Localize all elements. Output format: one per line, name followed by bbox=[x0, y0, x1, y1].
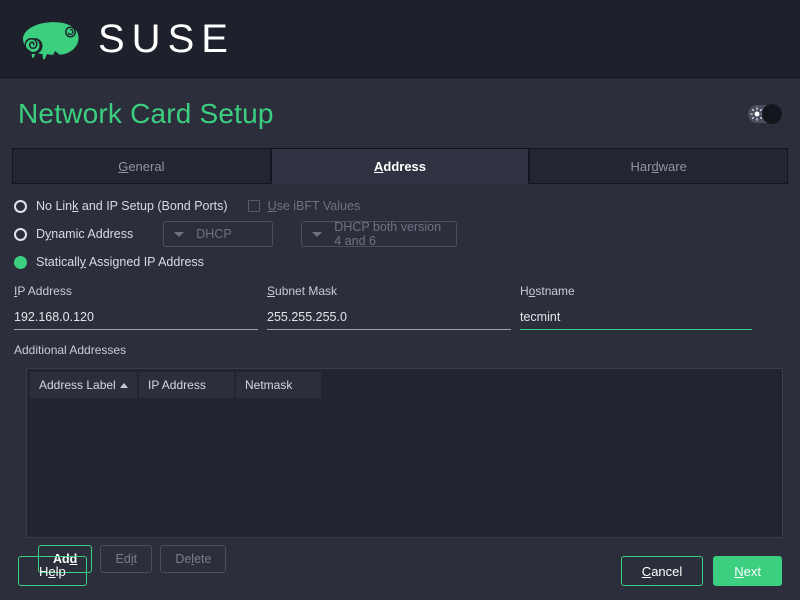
ibft-group: Use iBFT Values bbox=[248, 199, 361, 213]
column-header-netmask-text: Netmask bbox=[245, 378, 292, 392]
radio-statically-assigned[interactable] bbox=[14, 256, 27, 269]
table-header-row: Address Label IP Address Netmask bbox=[27, 369, 782, 398]
chevron-down-icon bbox=[174, 232, 184, 237]
tab-general[interactable]: General bbox=[12, 148, 271, 184]
select-dhcp-version-value: DHCP both version 4 and 6 bbox=[334, 220, 446, 248]
row-dynamic: Dynamic Address DHCP DHCP both version 4… bbox=[14, 220, 786, 248]
footer-bar: Help Cancel Next bbox=[0, 542, 800, 600]
help-button[interactable]: Help bbox=[18, 556, 87, 586]
address-fields: IP Address 192.168.0.120 Subnet Mask 255… bbox=[14, 284, 786, 330]
column-header-netmask[interactable]: Netmask bbox=[236, 372, 321, 398]
row-no-link: No Link and IP Setup (Bond Ports) Use iB… bbox=[14, 192, 786, 220]
next-button[interactable]: Next bbox=[713, 556, 782, 586]
cancel-button[interactable]: Cancel bbox=[621, 556, 703, 586]
radio-statically-assigned-label: Statically Assigned IP Address bbox=[36, 255, 204, 269]
suse-wordmark: SUSE bbox=[98, 19, 235, 59]
tab-hardware-label: Hardware bbox=[630, 159, 686, 174]
additional-addresses-table: Address Label IP Address Netmask bbox=[26, 368, 783, 538]
cancel-button-label: Cancel bbox=[642, 564, 682, 579]
column-header-address-label[interactable]: Address Label bbox=[30, 372, 137, 398]
checkbox-use-ibft bbox=[248, 200, 260, 212]
select-dhcp-value: DHCP bbox=[196, 227, 231, 241]
select-dhcp-version: DHCP both version 4 and 6 bbox=[301, 221, 457, 247]
chevron-down-icon bbox=[312, 232, 322, 237]
next-button-label: Next bbox=[734, 564, 761, 579]
help-button-label: Help bbox=[39, 564, 66, 579]
radio-no-link[interactable] bbox=[14, 200, 27, 213]
page-title: Network Card Setup bbox=[18, 98, 274, 130]
ip-address-label: IP Address bbox=[14, 284, 258, 298]
field-hostname: Hostname tecmint bbox=[520, 284, 752, 330]
suse-chameleon-logo bbox=[22, 16, 84, 62]
select-dhcp: DHCP bbox=[163, 221, 273, 247]
sort-ascending-icon bbox=[120, 383, 128, 388]
tab-hardware[interactable]: Hardware bbox=[529, 148, 788, 184]
row-static: Statically Assigned IP Address bbox=[14, 248, 786, 276]
app-header: SUSE bbox=[0, 0, 800, 78]
title-row: Network Card Setup bbox=[0, 78, 800, 130]
theme-toggle[interactable] bbox=[748, 105, 782, 123]
additional-addresses-label: Additional Addresses bbox=[14, 343, 786, 357]
field-ip-address: IP Address 192.168.0.120 bbox=[14, 284, 258, 330]
field-subnet-mask: Subnet Mask 255.255.255.0 bbox=[267, 284, 511, 330]
tab-general-label: General bbox=[118, 159, 164, 174]
suse-brand: SUSE bbox=[22, 16, 235, 62]
toggle-knob bbox=[762, 104, 782, 124]
ip-address-input[interactable]: 192.168.0.120 bbox=[14, 310, 258, 330]
radio-no-link-label: No Link and IP Setup (Bond Ports) bbox=[36, 199, 228, 213]
column-header-ip-address[interactable]: IP Address bbox=[139, 372, 234, 398]
footer-right-buttons: Cancel Next bbox=[621, 556, 782, 586]
hostname-label: Hostname bbox=[520, 284, 752, 298]
subnet-mask-label: Subnet Mask bbox=[267, 284, 511, 298]
column-header-address-label-text: Address Label bbox=[39, 378, 116, 392]
radio-dynamic-address[interactable] bbox=[14, 228, 27, 241]
tab-address-label: Address bbox=[374, 159, 426, 174]
hostname-input[interactable]: tecmint bbox=[520, 310, 752, 330]
address-form: No Link and IP Setup (Bond Ports) Use iB… bbox=[0, 184, 800, 357]
tab-bar: General Address Hardware bbox=[12, 148, 788, 184]
checkbox-use-ibft-label: Use iBFT Values bbox=[268, 199, 361, 213]
tab-address[interactable]: Address bbox=[271, 148, 530, 184]
subnet-mask-input[interactable]: 255.255.255.0 bbox=[267, 310, 511, 330]
radio-dynamic-address-label: Dynamic Address bbox=[36, 227, 133, 241]
column-header-ip-address-text: IP Address bbox=[148, 378, 206, 392]
